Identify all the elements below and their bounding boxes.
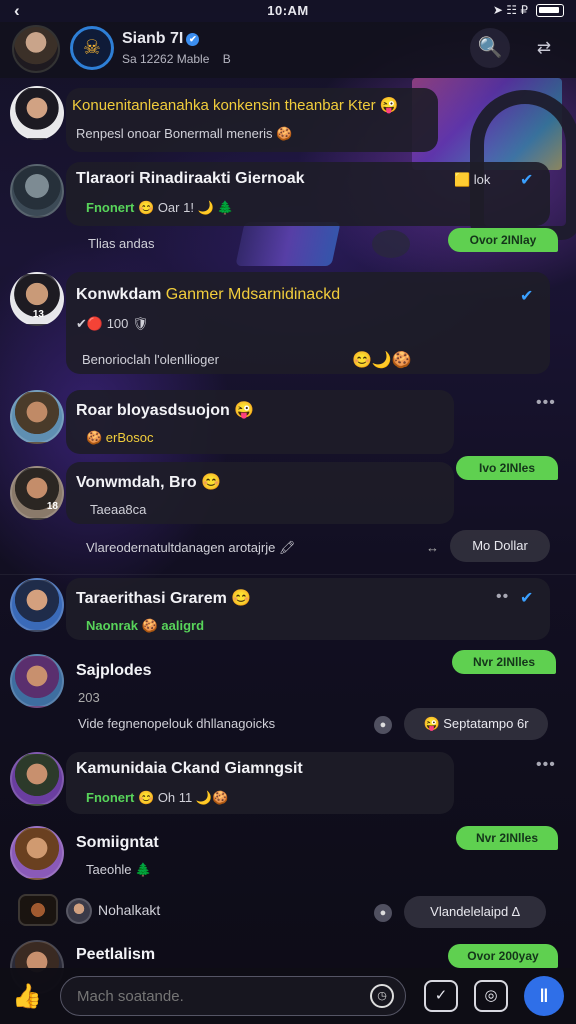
composer-bar: 👍 ◷ ✓ ◎ ‖ [0, 968, 576, 1024]
chat-avatar[interactable]: 18 [10, 466, 64, 520]
chat-name: Kamunidaia Ckand Giamngsit [76, 760, 303, 777]
link-icon: ↔ [426, 540, 439, 555]
chat-name: Roar bloyasdsuojon 😜 [76, 402, 255, 419]
share-icon: ⇄ [536, 38, 552, 57]
share-button[interactable]: ⇄ [524, 28, 564, 68]
send-button[interactable]: ‖ [524, 976, 564, 1016]
more-options-icon[interactable]: •• [496, 588, 509, 606]
chat-header: ☠ Sianb 7I ✔ Sa 12262 Mable B 🔍 ⇄ [0, 22, 576, 78]
pill-emoji-icon: 😜 [423, 716, 440, 731]
chat-preview: Taeohle 🌲 [86, 862, 152, 877]
chat-subline: Vide fegnenopelouk dhllanagoicks [78, 716, 276, 731]
chat-avatar[interactable] [10, 164, 64, 218]
search-button[interactable]: 🔍 [470, 28, 510, 68]
chat-subline: Benorioclah l'olenllioger [82, 352, 219, 367]
chat-preview: Taeaa8ca [90, 502, 147, 517]
chat-preview: ✔🔴 100 🛡 [76, 316, 149, 331]
chat-avatar[interactable] [10, 578, 64, 632]
chat-preview: Fnonert 😊 Oh 11 🌙🍪 [86, 790, 229, 805]
profile-avatar[interactable] [12, 25, 60, 73]
header-subtitle: Sa 12262 Mable B [122, 52, 231, 66]
chat-name: Nohalkakt [98, 902, 161, 918]
read-tick-icon: ✔ [520, 172, 534, 189]
chat-subline: Vlareodernatultdanagen arotajrje 🖍 [86, 540, 296, 555]
chat-name: Konwkdam Ganmer Mdsarnidinackd [76, 286, 341, 303]
time-pill: Ovor 2INlay [448, 228, 558, 252]
status-pill[interactable]: 😜 Septatampo 6r [404, 708, 548, 740]
chat-name: Konuenitanleanahka konkensin theanbar Kt… [72, 97, 399, 114]
subtitle-icon: B [222, 52, 231, 66]
chat-thumbnail[interactable] [18, 894, 58, 926]
chat-avatar[interactable] [10, 654, 64, 708]
more-options-icon[interactable]: ••• [536, 756, 556, 774]
chat-avatar[interactable] [10, 86, 64, 140]
verified-icon: ✔ [186, 33, 200, 46]
clock-icon[interactable]: ◷ [370, 984, 394, 1008]
header-title[interactable]: Sianb 7I ✔ [122, 30, 200, 48]
time-pill: Ovor 200yay [448, 944, 558, 968]
status-icons: ➤ ☷ ₽ [493, 3, 564, 17]
chat-name: Vonwmdah, Bro 😊 [76, 474, 221, 491]
chat-tag: 🟨 lok [454, 172, 491, 187]
time-pill: Nvr 2INlles [456, 826, 558, 850]
chat-preview: Naonrak 🍪 aaligrd [86, 618, 205, 633]
chat-avatar[interactable] [10, 752, 64, 806]
chat-name: Tlaraori Rinadiraakti Giernoak [76, 170, 305, 187]
status-pill[interactable]: Vlandelelaipd ∆ [404, 896, 546, 928]
chat-name: Somiigntat [76, 834, 159, 851]
divider [0, 574, 576, 575]
wallpaper-mouse [372, 230, 410, 258]
chat-preview: 203 [78, 690, 100, 705]
chat-preview: Fnonert 😊 Oar 1! 🌙 🌲 [86, 200, 234, 215]
reaction-icon: ● [374, 904, 392, 922]
chat-name: Peetlalism [76, 946, 156, 963]
read-tick-icon: ✔ [520, 590, 534, 607]
time-pill: Nvr 2INlles [452, 650, 556, 674]
chat-preview: Renpesl onoar Bonermall meneris 🍪 [76, 126, 293, 141]
wallpaper-keyboard [235, 222, 341, 266]
signal-icons: ➤ ☷ ₽ [492, 3, 528, 17]
mini-avatar[interactable] [66, 898, 92, 924]
check-icon[interactable]: ✓ [424, 980, 458, 1012]
more-options-icon[interactable]: ••• [536, 394, 556, 412]
reaction-icons: 😊🌙🍪 [352, 352, 412, 369]
header-title-text: Sianb 7I [122, 30, 184, 47]
message-input[interactable] [60, 976, 406, 1016]
chat-avatar[interactable] [10, 390, 64, 444]
chat-name: Sajplodes [76, 662, 152, 679]
chat-preview: 🍪 erBosoc [86, 430, 154, 445]
read-tick-icon: ✔ [520, 288, 534, 305]
group-logo-icon[interactable]: ☠ [70, 26, 114, 70]
status-bar: ‹ 10:AM ➤ ☷ ₽ [0, 0, 576, 22]
chat-avatar[interactable] [10, 826, 64, 880]
time-pill: Ivo 2INles [456, 456, 558, 480]
search-icon: 🔍 [477, 37, 503, 59]
status-time: 10:AM [267, 3, 309, 18]
chat-subline: Tlias andas [88, 236, 155, 251]
reaction-icon: ● [374, 716, 392, 734]
camera-icon[interactable]: ◎ [474, 980, 508, 1012]
like-icon[interactable]: 👍 [12, 982, 44, 1010]
amount-pill[interactable]: Mo Dollar [450, 530, 550, 562]
battery-icon [536, 3, 564, 17]
chat-name: Taraerithasi Grarem 😊 [76, 590, 252, 607]
chat-avatar[interactable]: 13 [10, 272, 64, 326]
